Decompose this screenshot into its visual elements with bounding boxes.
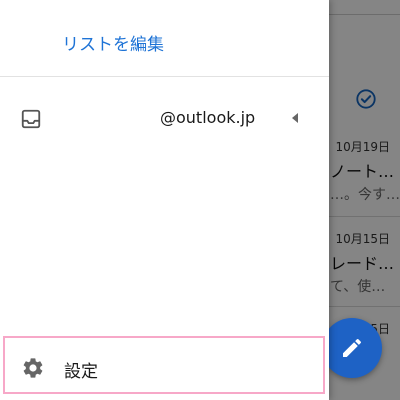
navigation-drawer: リストを編集 @outlook.jp 設定 <box>0 0 329 400</box>
caret-left-icon[interactable] <box>292 113 298 123</box>
compose-button[interactable] <box>322 318 382 378</box>
account-row[interactable]: @outlook.jp <box>0 96 329 142</box>
settings-label: 設定 <box>64 362 98 382</box>
divider <box>0 76 329 77</box>
settings-item[interactable]: 設定 <box>3 336 325 394</box>
gear-icon <box>21 356 45 380</box>
inbox-icon <box>20 108 42 130</box>
edit-list-link[interactable]: リストを編集 <box>62 30 164 55</box>
pencil-icon <box>343 338 362 357</box>
account-email: @outlook.jp <box>160 108 256 127</box>
